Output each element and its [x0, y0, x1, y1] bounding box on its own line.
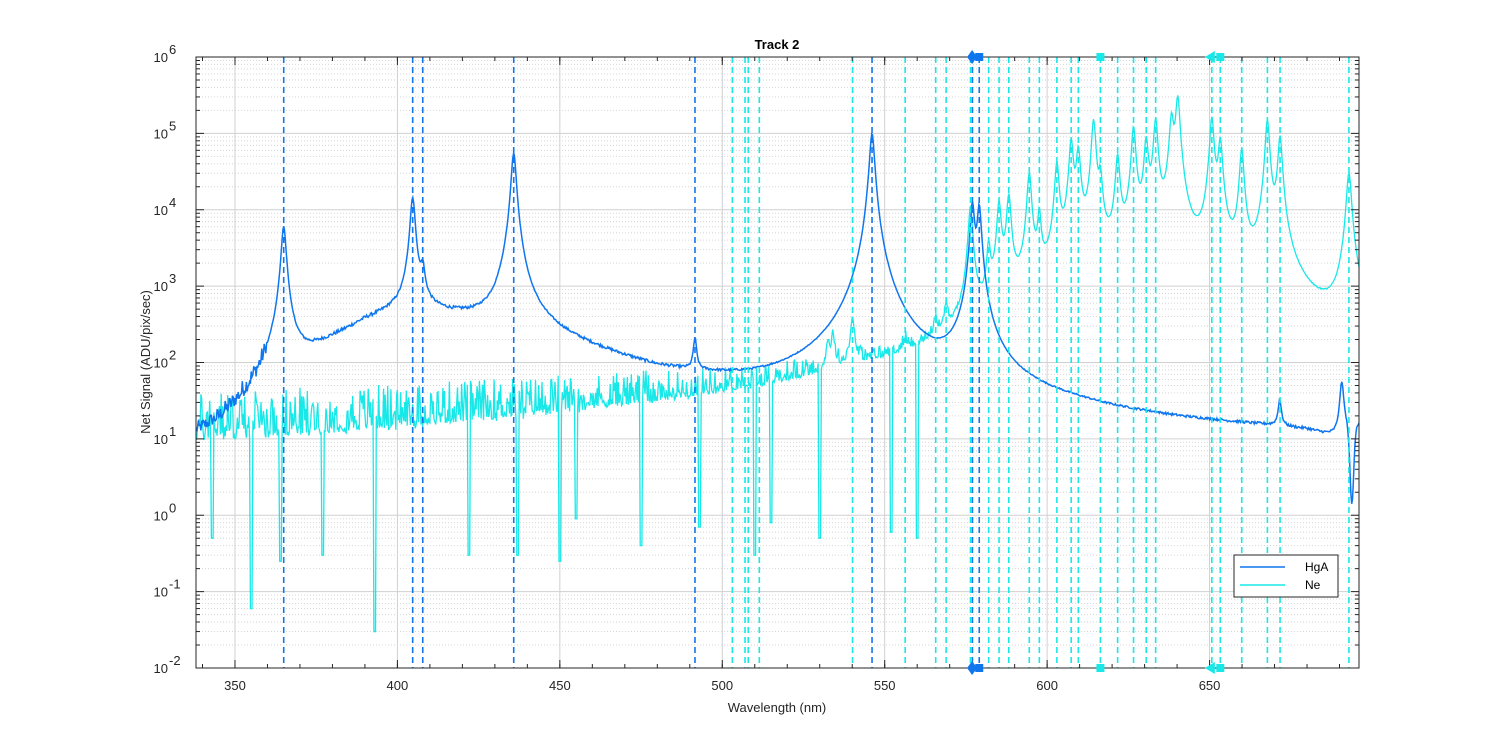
- marker-square: [1216, 664, 1225, 672]
- y-tick-label: 10: [154, 432, 168, 447]
- y-axis-label: Net Signal (ADU/pix/sec): [138, 290, 153, 434]
- marker-square: [1216, 53, 1225, 61]
- legend: HgA Ne: [1233, 554, 1339, 598]
- x-tick-label: 550: [874, 678, 896, 693]
- marker-square: [1096, 53, 1105, 61]
- y-tick-label: 10: [154, 126, 168, 141]
- marker-square: [1096, 664, 1105, 672]
- chart-title: Track 2: [755, 37, 800, 52]
- y-tick-exponent: 2: [169, 348, 176, 363]
- x-tick-label: 450: [549, 678, 571, 693]
- y-tick-exponent: 5: [169, 118, 176, 133]
- y-tick-exponent: -1: [169, 577, 181, 592]
- legend-label-hga: HgA: [1305, 560, 1328, 574]
- y-tick-exponent: 0: [169, 500, 176, 515]
- y-tick-exponent: 3: [169, 271, 176, 286]
- y-tick-exponent: -2: [169, 653, 181, 668]
- marker-square: [975, 53, 984, 61]
- y-tick-exponent: 6: [169, 42, 176, 57]
- x-tick-label: 500: [711, 678, 733, 693]
- y-tick-label: 10: [154, 203, 168, 218]
- legend-label-ne: Ne: [1305, 578, 1321, 592]
- spectrum-chart: 10-210-1100101102103104105106350 400 450 50…: [0, 0, 1500, 750]
- x-tick-label: 650: [1199, 678, 1221, 693]
- y-tick-label: 10: [154, 279, 168, 294]
- y-tick-label: 10: [154, 50, 168, 65]
- x-tick-label: 400: [387, 678, 409, 693]
- y-tick-exponent: 1: [169, 424, 176, 439]
- x-tick-label: 350: [224, 678, 246, 693]
- y-tick-label: 10: [154, 661, 168, 676]
- x-axis-label: Wavelength (nm): [728, 700, 827, 715]
- y-tick-label: 10: [154, 356, 168, 371]
- y-tick-exponent: 4: [169, 195, 176, 210]
- x-tick-label: 600: [1036, 678, 1058, 693]
- y-tick-label: 10: [154, 508, 168, 523]
- marker-square: [975, 664, 984, 672]
- y-tick-label: 10: [154, 585, 168, 600]
